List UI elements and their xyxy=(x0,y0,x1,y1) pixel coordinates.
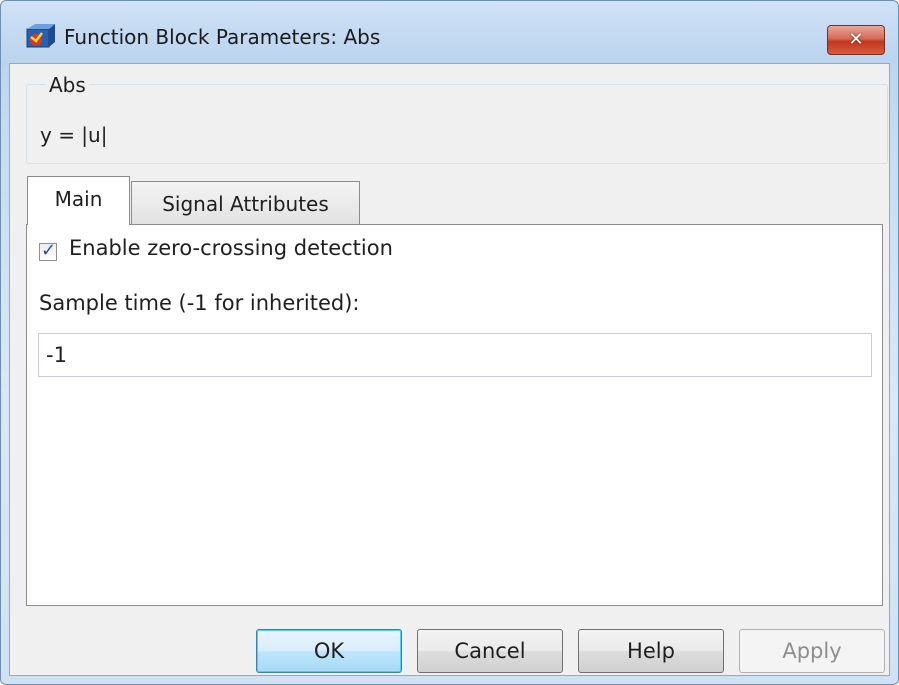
block-description: y = |u| xyxy=(40,123,108,147)
title-bar[interactable]: Function Block Parameters: Abs ✕ xyxy=(1,1,898,63)
block-description-group xyxy=(26,84,888,164)
sample-time-input[interactable]: -1 xyxy=(38,333,872,377)
zero-crossing-label[interactable]: Enable zero-crossing detection xyxy=(69,236,393,260)
tab-signal-attributes[interactable]: Signal Attributes xyxy=(131,181,360,224)
group-title: Abs xyxy=(46,73,89,97)
ok-button[interactable]: OK xyxy=(256,629,402,673)
dialog-body: Abs y = |u| Main Signal Attributes ✓ Ena… xyxy=(9,63,890,676)
zero-crossing-checkbox[interactable]: ✓ xyxy=(39,240,57,261)
simulink-block-icon xyxy=(26,24,55,48)
window-title: Function Block Parameters: Abs xyxy=(64,25,381,49)
dialog-window: Function Block Parameters: Abs ✕ Abs y =… xyxy=(0,0,899,685)
checkmark-icon: ✓ xyxy=(41,240,57,261)
main-tab-panel: ✓ Enable zero-crossing detection Sample … xyxy=(26,224,883,606)
cancel-button[interactable]: Cancel xyxy=(417,629,563,673)
sample-time-label: Sample time (-1 for inherited): xyxy=(39,291,360,315)
tab-main[interactable]: Main xyxy=(27,176,130,225)
tab-signal-attributes-label: Signal Attributes xyxy=(162,192,329,216)
help-button[interactable]: Help xyxy=(578,629,724,673)
tab-main-label: Main xyxy=(54,187,103,211)
close-button[interactable]: ✕ xyxy=(827,25,885,55)
apply-button: Apply xyxy=(739,629,885,673)
close-icon: ✕ xyxy=(848,29,864,50)
